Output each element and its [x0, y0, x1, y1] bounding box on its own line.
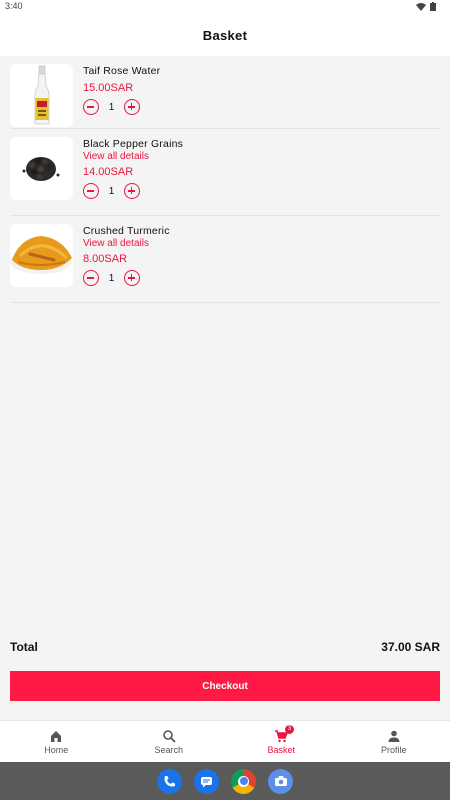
decrease-quantity-button[interactable]: [83, 99, 99, 115]
product-name: Black Pepper Grains: [83, 138, 184, 150]
battery-icon: [430, 2, 436, 11]
basket-item[interactable]: Black Pepper Grains View all details 14.…: [10, 129, 440, 216]
nav-item-home[interactable]: Home: [0, 721, 113, 762]
product-info: Black Pepper Grains View all details 14.…: [83, 138, 183, 199]
product-name: Taif Rose Water: [83, 65, 161, 77]
product-name: Crushed Turmeric: [83, 225, 170, 237]
nav-item-basket[interactable]: 3 Basket: [225, 721, 338, 762]
product-price: 14.00SAR: [83, 166, 134, 178]
quantity-stepper: 1: [83, 183, 183, 199]
basket-list: Taif Rose Water 15.00SAR 1 Black Pepper …: [0, 56, 450, 303]
nav-item-search[interactable]: Search: [113, 721, 226, 762]
total-row: Total 37.00 SAR: [10, 640, 440, 654]
decrease-quantity-button[interactable]: [83, 183, 99, 199]
increase-quantity-button[interactable]: [124, 270, 140, 286]
system-dock: [0, 762, 450, 800]
quantity-stepper: 1: [83, 270, 170, 286]
product-price: 8.00SAR: [83, 253, 128, 265]
product-price: 15.00SAR: [83, 82, 134, 94]
search-icon: [162, 729, 176, 743]
chrome-icon[interactable]: [231, 768, 256, 794]
product-info: Taif Rose Water 15.00SAR 1: [83, 65, 160, 115]
home-icon: [51, 730, 62, 742]
basket-item[interactable]: Taif Rose Water 15.00SAR 1: [10, 56, 440, 129]
nav-item-profile[interactable]: Profile: [338, 721, 450, 762]
nav-label: Home: [44, 744, 69, 755]
quantity-value: 1: [108, 101, 115, 113]
total-value: 37.00 SAR: [381, 640, 440, 654]
nav-label: Basket: [267, 744, 295, 755]
view-details-link[interactable]: View all details: [83, 151, 183, 162]
quantity-value: 1: [108, 185, 115, 197]
status-bar: 3:40: [0, 0, 450, 14]
view-details-link[interactable]: View all details: [83, 238, 170, 249]
decrease-quantity-button[interactable]: [83, 270, 99, 286]
total-label: Total: [10, 640, 38, 654]
nav-label: Profile: [380, 744, 407, 755]
phone-icon[interactable]: [157, 768, 182, 794]
page-title: Basket: [202, 27, 248, 43]
cart-count-badge: 3: [285, 725, 294, 734]
person-icon: [388, 730, 400, 742]
status-icons: [416, 2, 436, 11]
basket-item[interactable]: Crushed Turmeric View all details 8.00SA…: [10, 216, 440, 303]
quantity-stepper: 1: [83, 99, 160, 115]
checkout-button[interactable]: Checkout: [10, 671, 440, 701]
product-image-rose-water[interactable]: [10, 64, 73, 127]
product-info: Crushed Turmeric View all details 8.00SA…: [83, 225, 170, 286]
camera-icon[interactable]: [268, 768, 293, 794]
product-image-turmeric[interactable]: [10, 224, 73, 287]
increase-quantity-button[interactable]: [124, 99, 140, 115]
increase-quantity-button[interactable]: [124, 183, 140, 199]
quantity-value: 1: [108, 272, 115, 284]
nav-label: Search: [154, 744, 184, 755]
wifi-icon: [416, 2, 426, 11]
bottom-nav: Home Search 3 Basket Profile: [0, 720, 450, 762]
product-image-black-pepper[interactable]: [10, 137, 73, 200]
messages-icon[interactable]: [194, 768, 219, 794]
app-header: Basket: [0, 14, 450, 56]
status-time: 3:40: [5, 1, 23, 11]
